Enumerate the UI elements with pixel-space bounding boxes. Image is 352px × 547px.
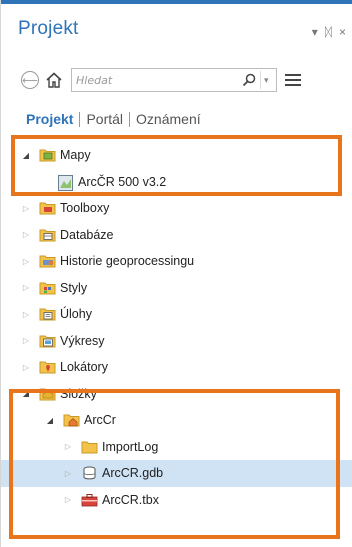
layouts-folder-icon: [39, 334, 56, 348]
tree-item-label: Toolboxy: [60, 201, 110, 216]
project-pane: Projekt ▾ ᛞ × ⟵ ▾ Projekt Portál: [0, 0, 352, 547]
database-folder-icon: [39, 228, 56, 242]
tab-projekt[interactable]: Projekt: [26, 111, 73, 127]
tree-item-vykresy[interactable]: ▷ Výkresy: [1, 328, 352, 355]
pane-window-controls: ▾ ᛞ ×: [312, 25, 346, 39]
collapsed-arrow-icon[interactable]: ▷: [21, 257, 31, 266]
toolbox-folder-icon: [39, 201, 56, 215]
pane-accent-strip: [1, 0, 352, 4]
tree-item-toolboxy[interactable]: ▷ Toolboxy: [1, 195, 352, 222]
tab-oznameni[interactable]: Oznámení: [136, 111, 201, 127]
tree-item-label: Styly: [60, 280, 88, 295]
collapsed-arrow-icon[interactable]: ▷: [21, 204, 31, 213]
highlight-box-slozky: [9, 389, 340, 539]
tree-item-historie[interactable]: ▷ Historie geoprocessingu: [1, 248, 352, 275]
collapsed-arrow-icon[interactable]: ▷: [21, 310, 31, 319]
pane-options-dropdown-icon[interactable]: ▾: [312, 25, 318, 39]
tasks-folder-icon: [39, 307, 56, 321]
pane-tabs: Projekt Portál Oznámení: [26, 111, 201, 127]
locators-folder-icon: [39, 360, 56, 374]
tree-item-label: Výkresy: [60, 333, 105, 348]
home-button[interactable]: [44, 70, 64, 90]
search-options-dropdown[interactable]: ▾: [260, 71, 269, 89]
tree-item-label: Databáze: [60, 227, 114, 242]
history-folder-icon: [39, 254, 56, 268]
tab-divider: [129, 111, 131, 127]
search-icon[interactable]: [242, 73, 256, 87]
pane-title: Projekt: [18, 18, 79, 39]
home-icon: [46, 72, 62, 88]
tree-item-label: Úlohy: [60, 307, 92, 322]
tab-divider: [79, 111, 81, 127]
collapsed-arrow-icon[interactable]: ▷: [21, 283, 31, 292]
tree-item-lokatory[interactable]: ▷ Lokátory: [1, 354, 352, 381]
styles-folder-icon: [39, 281, 56, 295]
pane-toolbar: ⟵ ▾: [21, 67, 352, 93]
highlight-box-mapy: [11, 135, 342, 196]
collapsed-arrow-icon[interactable]: ▷: [21, 230, 31, 239]
pin-icon[interactable]: ᛞ: [325, 25, 332, 39]
back-button[interactable]: ⟵: [21, 71, 39, 89]
collapsed-arrow-icon[interactable]: ▷: [21, 363, 31, 372]
back-arrow-icon: ⟵: [22, 74, 38, 87]
menu-icon[interactable]: [285, 74, 301, 86]
tree-item-label: Lokátory: [60, 360, 108, 375]
tree-item-databaze[interactable]: ▷ Databáze: [1, 222, 352, 249]
tree-item-label: Historie geoprocessingu: [60, 254, 195, 269]
tree-item-styly[interactable]: ▷ Styly: [1, 275, 352, 302]
tree-item-ulohy[interactable]: ▷ Úlohy: [1, 301, 352, 328]
search-box[interactable]: ▾: [71, 68, 277, 92]
search-input[interactable]: [76, 73, 236, 87]
close-icon[interactable]: ×: [339, 25, 346, 39]
collapsed-arrow-icon[interactable]: ▷: [21, 336, 31, 345]
tab-portal[interactable]: Portál: [86, 111, 123, 127]
